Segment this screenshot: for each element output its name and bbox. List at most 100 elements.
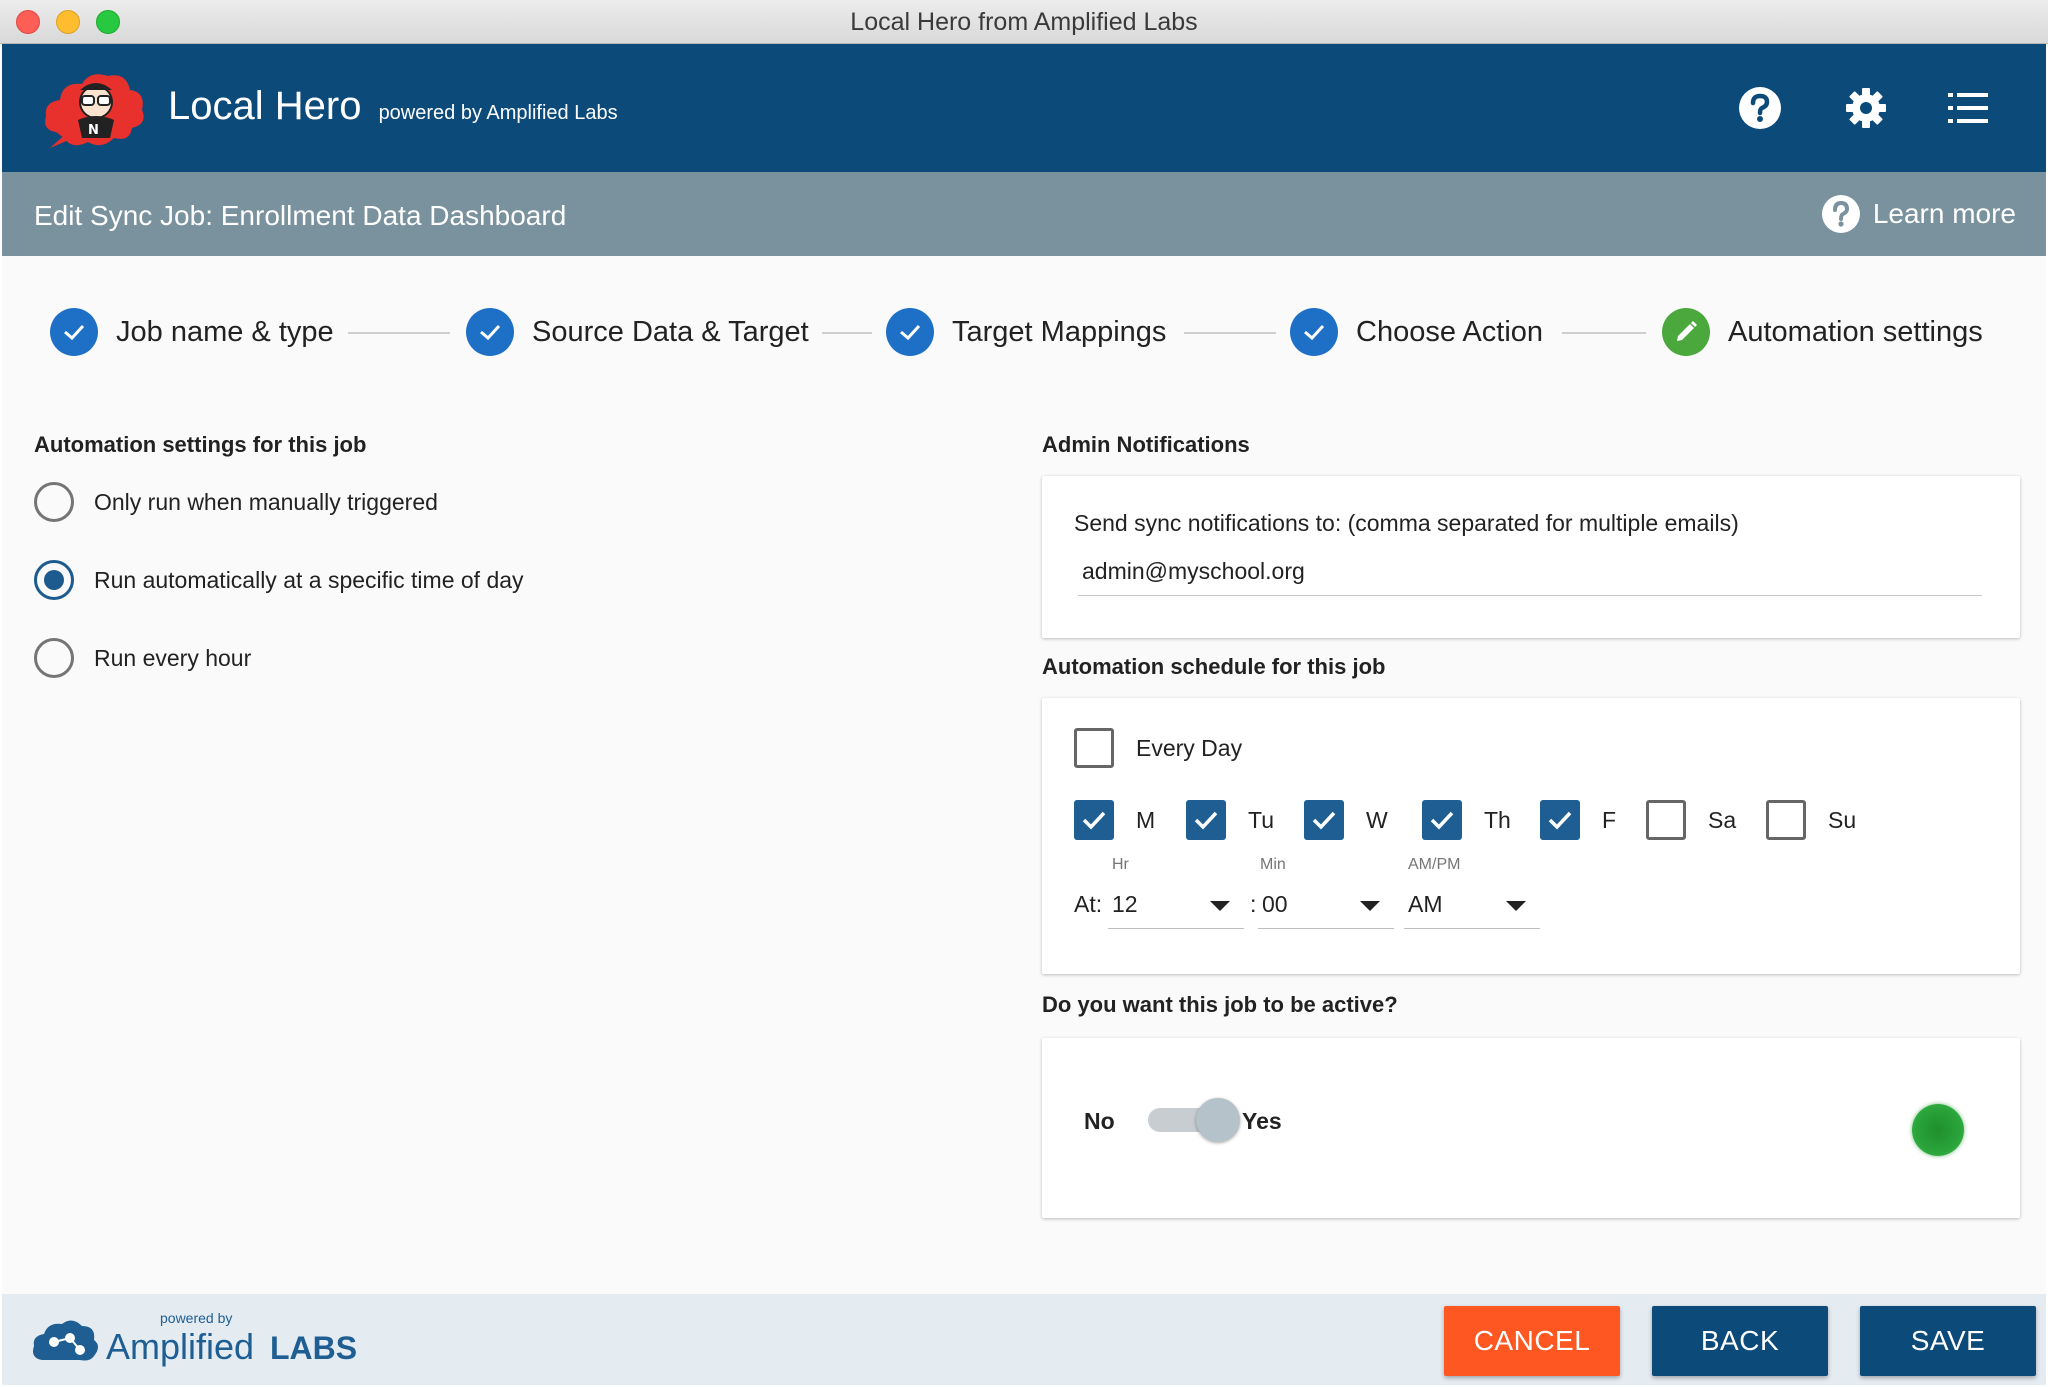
step-label: Choose Action [1356, 315, 1544, 348]
list-menu-icon[interactable] [1942, 82, 1994, 134]
day-label-su: Su [1828, 807, 1857, 833]
hour-label: Hr [1112, 856, 1129, 873]
day-checkbox-m[interactable] [1074, 800, 1114, 840]
check-icon [466, 308, 514, 356]
step-job-name-type[interactable]: Job name & type [50, 302, 334, 362]
brand-title: Local Hero powered by Amplified Labs [168, 84, 618, 129]
minute-value: 00 [1262, 891, 1288, 917]
automation-schedule-title: Automation schedule for this job [1042, 654, 1386, 679]
cancel-button[interactable]: CANCEL [1444, 1306, 1620, 1376]
labs-wordmark: LABS [270, 1330, 358, 1366]
gear-icon[interactable] [1840, 82, 1892, 134]
day-checkbox-su[interactable] [1766, 800, 1806, 840]
day-checkbox-tu[interactable] [1186, 800, 1226, 840]
every-day-checkbox[interactable] [1074, 728, 1114, 768]
window-title: Local Hero from Amplified Labs [850, 8, 1198, 36]
step-connector [1562, 332, 1646, 334]
day-checkbox-f[interactable] [1540, 800, 1580, 840]
radio-specific-time[interactable]: Run automatically at a specific time of … [34, 560, 524, 600]
admin-notifications-title: Admin Notifications [1042, 432, 1250, 457]
app-window: N Local Hero powered by Amplified Labs E… [2, 44, 2046, 1385]
time-colon: : [1250, 891, 1257, 917]
day-label-f: F [1602, 807, 1617, 833]
step-connector [348, 332, 450, 334]
every-day-label: Every Day [1136, 735, 1243, 761]
ampm-select[interactable]: AM [1404, 885, 1540, 929]
day-checkbox-sa[interactable] [1646, 800, 1686, 840]
notification-email-input[interactable]: admin@myschool.org [1078, 548, 1982, 596]
notifications-card: Send sync notifications to: (comma separ… [1042, 476, 2020, 638]
status-indicator [1912, 1104, 1964, 1156]
save-button[interactable]: SAVE [1860, 1306, 2036, 1376]
minute-select[interactable]: 00 [1258, 885, 1394, 929]
schedule-card: Every Day M Tu W Th F Sa Su Hr Min AM/PM… [1042, 698, 2020, 974]
check-icon [50, 308, 98, 356]
toggle-yes-label: Yes [1242, 1108, 1282, 1134]
powered-by-label: powered by [160, 1310, 233, 1326]
dropdown-arrow-icon [1210, 901, 1230, 911]
check-icon [886, 308, 934, 356]
check-icon [1194, 811, 1218, 830]
check-icon [1082, 811, 1106, 830]
page-title: Edit Sync Job: Enrollment Data Dashboard [34, 200, 567, 231]
footer-bar: powered by Amplified LABS CANCEL BACK SA… [2, 1294, 2046, 1385]
check-icon [1548, 811, 1572, 830]
minute-label: Min [1260, 856, 1286, 873]
job-stepper: Job name & type Source Data & Target Tar… [2, 302, 2046, 362]
radio-button[interactable] [34, 482, 74, 522]
window-titlebar: Local Hero from Amplified Labs [0, 0, 2048, 44]
step-source-data-target[interactable]: Source Data & Target [466, 302, 809, 362]
ampm-label: AM/PM [1408, 856, 1461, 873]
check-icon [1312, 811, 1336, 830]
hour-value: 12 [1112, 891, 1138, 917]
local-hero-logo: N [38, 62, 148, 154]
learn-more-label: Learn more [1872, 198, 2016, 229]
day-label-m: M [1136, 807, 1156, 833]
active-toggle-thumb[interactable] [1196, 1098, 1240, 1142]
step-connector [1184, 332, 1276, 334]
step-choose-action[interactable]: Choose Action [1290, 302, 1543, 362]
back-button[interactable]: BACK [1652, 1306, 1828, 1376]
day-checkbox-w[interactable] [1304, 800, 1344, 840]
at-label: At: [1074, 891, 1103, 917]
day-label-w: W [1366, 807, 1388, 833]
brand-name: Local Hero [168, 84, 362, 128]
active-question-title: Do you want this job to be active? [1042, 992, 1398, 1017]
day-label-th: Th [1484, 807, 1511, 833]
step-target-mappings[interactable]: Target Mappings [886, 302, 1166, 362]
radio-every-hour[interactable]: Run every hour [34, 638, 251, 678]
step-label: Job name & type [116, 315, 334, 348]
active-card: No Yes [1042, 1038, 2020, 1218]
pencil-icon [1662, 308, 1710, 356]
amplified-labs-logo: powered by Amplified LABS [30, 1310, 370, 1374]
radio-button[interactable] [34, 638, 74, 678]
radio-label: Run automatically at a specific time of … [94, 566, 524, 593]
help-icon[interactable] [1734, 82, 1786, 134]
svg-text:N: N [88, 123, 99, 138]
radio-manual-trigger[interactable]: Only run when manually triggered [34, 482, 438, 522]
brand-subtitle: powered by Amplified Labs [378, 102, 618, 124]
learn-more-link[interactable]: Learn more [1821, 194, 2016, 234]
radio-button[interactable] [34, 560, 74, 600]
step-label: Target Mappings [952, 315, 1167, 348]
dropdown-arrow-icon [1360, 901, 1380, 911]
hour-select[interactable]: 12 [1108, 885, 1244, 929]
dropdown-arrow-icon [1506, 901, 1526, 911]
step-automation-settings[interactable]: Automation settings [1662, 302, 1983, 362]
day-checkbox-th[interactable] [1422, 800, 1462, 840]
step-connector [822, 332, 872, 334]
check-icon [1290, 308, 1338, 356]
amplified-wordmark: Amplified [106, 1326, 255, 1367]
check-icon [1430, 811, 1454, 830]
radio-label: Run every hour [94, 644, 252, 671]
cloud-logo-icon [33, 1320, 98, 1361]
ampm-value: AM [1408, 891, 1443, 917]
help-circle-icon [1821, 195, 1860, 233]
radio-label: Only run when manually triggered [94, 488, 438, 515]
day-label-sa: Sa [1708, 807, 1737, 833]
notification-email-value: admin@myschool.org [1082, 558, 1305, 584]
app-header: N Local Hero powered by Amplified Labs [2, 44, 2046, 172]
day-label-tu: Tu [1248, 807, 1274, 833]
toggle-no-label: No [1084, 1108, 1115, 1134]
step-label: Source Data & Target [532, 315, 809, 348]
